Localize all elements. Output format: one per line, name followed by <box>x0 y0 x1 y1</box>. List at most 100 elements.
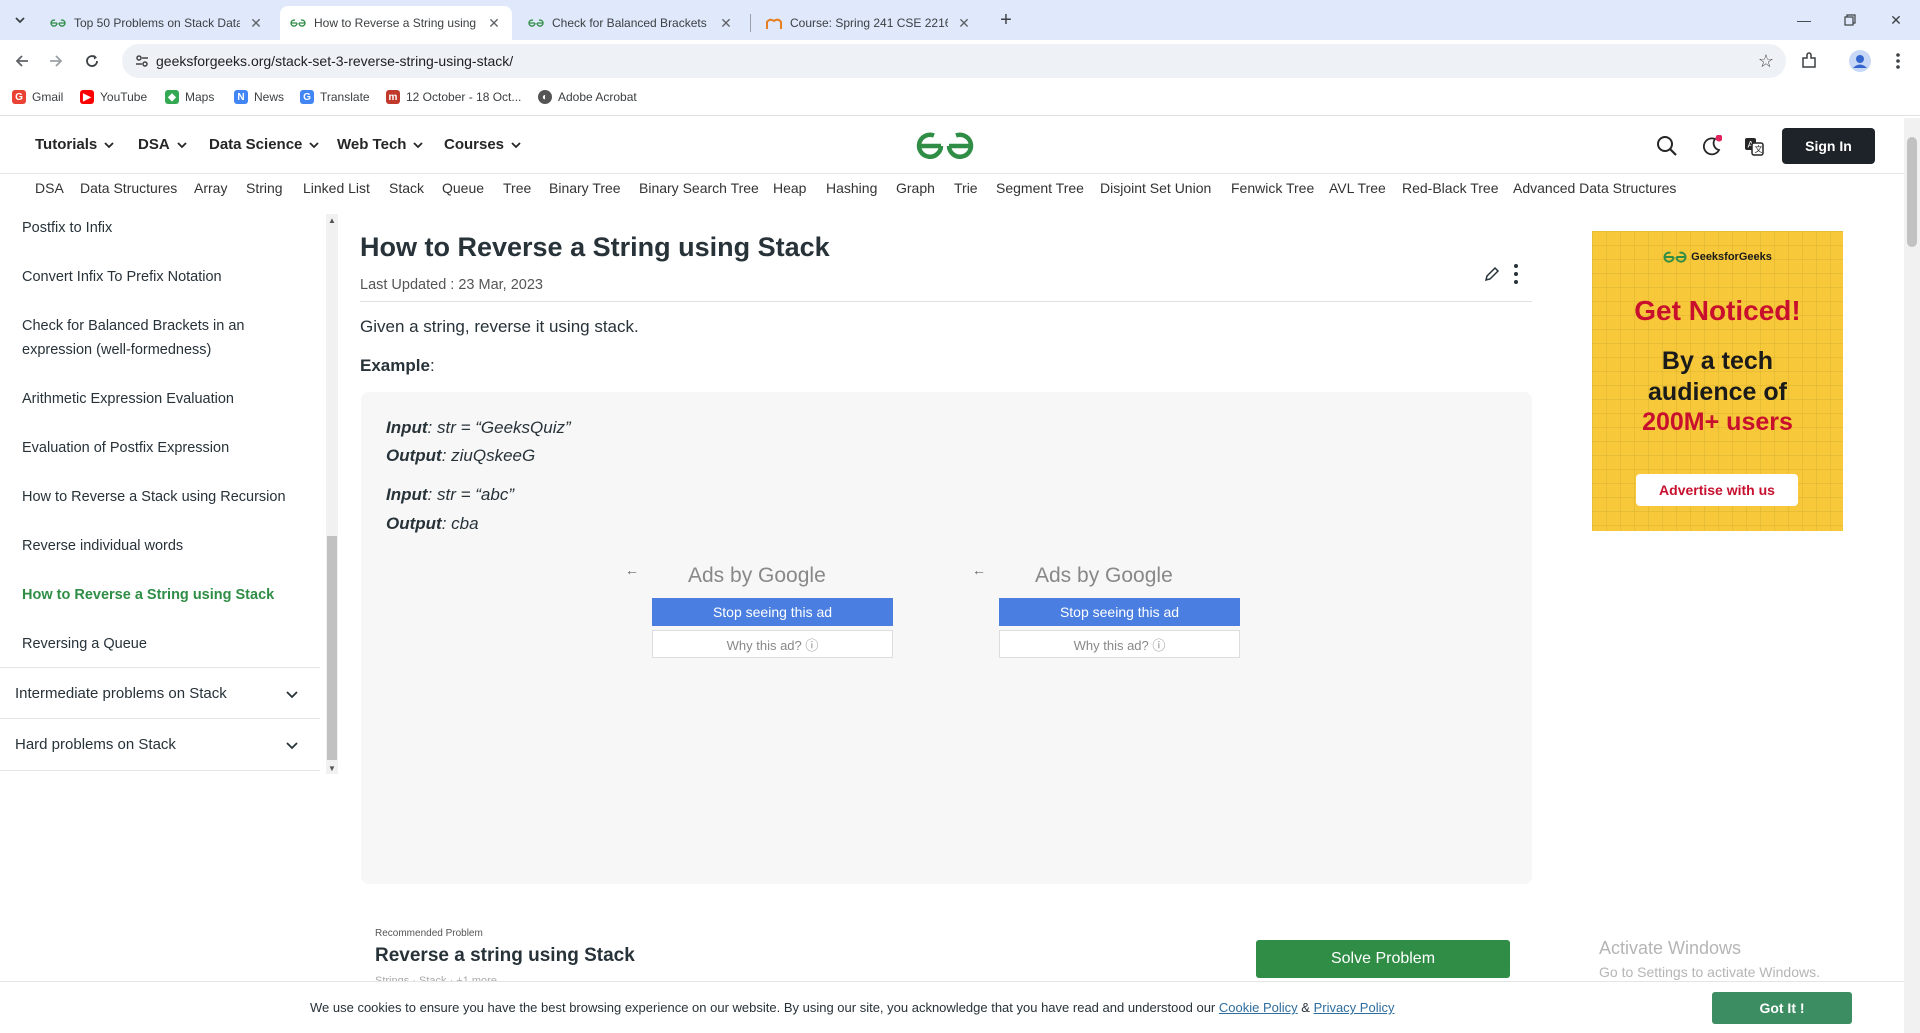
subnav-item[interactable]: Queue <box>442 180 484 196</box>
sidebar-item[interactable]: Postfix to Infix <box>22 216 292 240</box>
why-this-ad-button[interactable]: Why this ad? ⓘ <box>652 630 893 658</box>
nav-courses[interactable]: Courses <box>444 136 521 153</box>
subnav-item[interactable]: Data Structures <box>80 180 177 196</box>
subnav-item[interactable]: Tree <box>503 180 531 196</box>
minimize-icon[interactable]: — <box>1792 8 1816 32</box>
sidebar-section-hard[interactable]: Hard problems on Stack <box>0 719 320 771</box>
news-icon: N <box>234 90 248 104</box>
reload-icon[interactable] <box>80 49 104 73</box>
nav-dsa[interactable]: DSA <box>138 136 187 153</box>
advertise-with-us-button[interactable]: Advertise with us <box>1636 474 1798 506</box>
stop-seeing-ad-button[interactable]: Stop seeing this ad <box>999 598 1240 626</box>
new-tab-button[interactable]: + <box>994 8 1018 32</box>
subnav-item[interactable]: AVL Tree <box>1329 180 1386 196</box>
sign-in-button[interactable]: Sign In <box>1782 128 1875 164</box>
bookmarks-bar: G Gmail ▶ YouTube ◆ Maps N News G Translate m… <box>0 82 1920 116</box>
close-tab-icon[interactable]: ✕ <box>718 15 734 31</box>
title-divider <box>360 301 1532 302</box>
sidebar-section-intermediate[interactable]: Intermediate problems on Stack <box>0 667 320 719</box>
browser-menu-icon[interactable] <box>1886 49 1910 73</box>
tab-search-button[interactable] <box>8 8 32 32</box>
sidebar-item[interactable]: Evaluation of Postfix Expression <box>22 436 292 460</box>
subnav-item[interactable]: Fenwick Tree <box>1231 180 1314 196</box>
extensions-icon[interactable] <box>1797 49 1821 73</box>
subnav-item[interactable]: DSA <box>35 180 64 196</box>
recommended-problem-title[interactable]: Reverse a string using Stack <box>375 945 635 967</box>
bookmark-adobe-acrobat[interactable]: ◐ Adobe Acrobat <box>538 90 637 104</box>
cookie-policy-link[interactable]: Cookie Policy <box>1219 1000 1298 1015</box>
subnav-item[interactable]: Array <box>194 180 227 196</box>
chevron-down-icon <box>413 141 424 148</box>
nav-label: DSA <box>138 136 170 153</box>
nav-data-science[interactable]: Data Science <box>209 136 320 153</box>
ad-back-arrow-icon[interactable]: ← <box>625 562 639 578</box>
scroll-down-arrow-icon[interactable]: ▼ <box>326 762 338 774</box>
dark-mode-moon-icon[interactable] <box>1698 133 1724 159</box>
edit-pencil-icon[interactable] <box>1482 264 1502 284</box>
close-tab-icon[interactable]: ✕ <box>956 15 972 31</box>
sidebar-item[interactable]: Reverse individual words <box>22 534 292 558</box>
bookmark-star-icon[interactable]: ☆ <box>1756 51 1776 71</box>
gfg-logo-icon <box>1663 251 1687 263</box>
forward-icon[interactable] <box>44 49 68 73</box>
bookmark-translate[interactable]: G Translate <box>300 90 370 104</box>
restore-window-icon[interactable] <box>1838 8 1862 32</box>
subnav-item[interactable]: Heap <box>773 180 806 196</box>
privacy-policy-link[interactable]: Privacy Policy <box>1314 1000 1395 1015</box>
subnav-item[interactable]: Binary Search Tree <box>639 180 759 196</box>
bookmark-youtube[interactable]: ▶ YouTube <box>80 90 147 104</box>
got-it-button[interactable]: Got It ! <box>1712 992 1852 1024</box>
nav-web-tech[interactable]: Web Tech <box>337 136 424 153</box>
stop-seeing-ad-button[interactable]: Stop seeing this ad <box>652 598 893 626</box>
sidebar-item[interactable]: Check for Balanced Brackets in an expres… <box>22 314 292 362</box>
bookmark-gmail[interactable]: G Gmail <box>12 90 63 104</box>
bookmark-news[interactable]: N News <box>234 90 284 104</box>
close-tab-icon[interactable]: ✕ <box>248 15 264 31</box>
bookmark-label: YouTube <box>100 90 148 104</box>
page-scrollbar-thumb[interactable] <box>1907 137 1917 247</box>
subnav-item[interactable]: Trie <box>954 180 978 196</box>
subnav-item[interactable]: Linked List <box>303 180 370 196</box>
nav-tutorials[interactable]: Tutorials <box>35 136 114 153</box>
site-settings-icon[interactable] <box>134 53 150 69</box>
sidebar-item[interactable]: Arithmetic Expression Evaluation <box>22 387 292 411</box>
subnav-item[interactable]: String <box>246 180 283 196</box>
language-translate-icon[interactable]: A文 <box>1741 133 1767 159</box>
subnav-item[interactable]: Segment Tree <box>996 180 1084 196</box>
bookmark-maps[interactable]: ◆ Maps <box>165 90 214 104</box>
tab-title: Top 50 Problems on Stack Data <box>74 16 240 30</box>
back-icon[interactable] <box>10 49 34 73</box>
more-options-icon[interactable] <box>1507 262 1525 286</box>
gfg-logo-icon[interactable] <box>914 129 976 163</box>
close-tab-icon[interactable]: ✕ <box>486 15 502 31</box>
browser-tab-1[interactable]: How to Reverse a String using S ✕ <box>280 6 512 40</box>
close-window-icon[interactable]: ✕ <box>1884 8 1908 32</box>
subnav-item[interactable]: Advanced Data Structures <box>1513 180 1676 196</box>
why-this-ad-button[interactable]: Why this ad? ⓘ <box>999 630 1240 658</box>
profile-avatar-icon[interactable] <box>1848 49 1872 73</box>
browser-tab-3[interactable]: Course: Spring 241 CSE 2216 (L ✕ <box>756 6 982 40</box>
subnav-item[interactable]: Stack <box>389 180 424 196</box>
advertise-promo-banner[interactable]: GeeksforGeeks Get Noticed! By a tech audi… <box>1592 231 1843 531</box>
browser-tab-0[interactable]: Top 50 Problems on Stack Data ✕ <box>40 6 274 40</box>
sidebar-item[interactable]: Convert Infix To Prefix Notation <box>22 265 292 289</box>
chevron-down-icon <box>15 17 25 24</box>
bookmark-calendar[interactable]: m 12 October - 18 Oct... <box>386 90 521 104</box>
sidebar-scrollbar-thumb[interactable] <box>327 536 337 760</box>
gfg-favicon-icon <box>50 15 66 31</box>
subnav-item[interactable]: Red-Black Tree <box>1402 180 1498 196</box>
solve-problem-button[interactable]: Solve Problem <box>1256 940 1510 978</box>
sidebar-item-active[interactable]: How to Reverse a String using Stack <box>22 583 292 607</box>
sidebar-item[interactable]: Reversing a Queue <box>22 632 292 656</box>
sidebar-item[interactable]: How to Reverse a Stack using Recursion <box>22 485 292 509</box>
subnav-item[interactable]: Hashing <box>826 180 877 196</box>
search-icon[interactable] <box>1654 133 1680 159</box>
subnav-item[interactable]: Disjoint Set Union <box>1100 180 1211 196</box>
address-bar[interactable]: geeksforgeeks.org/stack-set-3-reverse-st… <box>122 44 1786 78</box>
scroll-up-arrow-icon[interactable]: ▲ <box>326 214 338 226</box>
page-scrollbar-track[interactable] <box>1904 118 1920 1033</box>
ad-back-arrow-icon[interactable]: ← <box>972 562 986 578</box>
browser-tab-2[interactable]: Check for Balanced Brackets in ✕ <box>518 6 744 40</box>
subnav-item[interactable]: Binary Tree <box>549 180 621 196</box>
subnav-item[interactable]: Graph <box>896 180 935 196</box>
